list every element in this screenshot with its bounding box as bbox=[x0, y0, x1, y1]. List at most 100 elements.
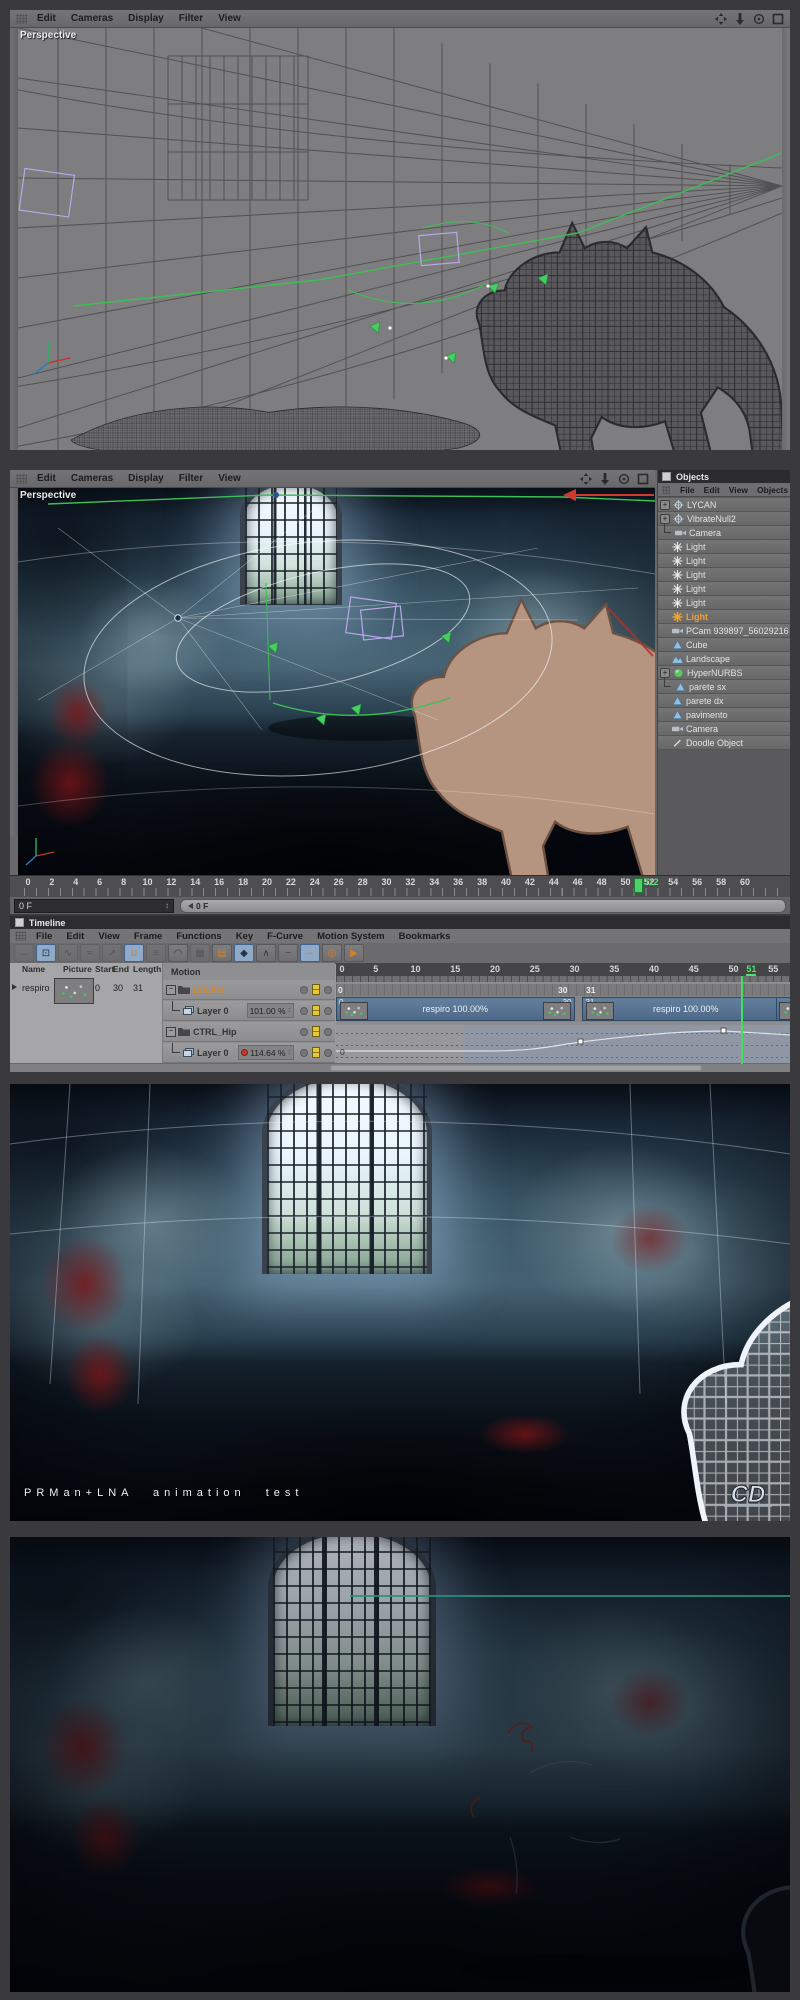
expand-toggle-icon[interactable]: + bbox=[660, 499, 670, 510]
playhead-line[interactable] bbox=[741, 976, 744, 1064]
menu-item-file[interactable]: File bbox=[36, 931, 52, 942]
menu-item-edit[interactable]: Edit bbox=[66, 931, 84, 942]
track-row-layer-0[interactable]: Layer 0 101.00 % ↕ bbox=[163, 1001, 335, 1021]
motion-clip-icon[interactable]: ▤ bbox=[212, 944, 232, 962]
menu-item-display[interactable]: Display bbox=[128, 13, 164, 24]
clip-list-row[interactable]: respiro 0 30 31 bbox=[10, 976, 162, 1006]
object-tree-item[interactable]: Light bbox=[658, 568, 790, 582]
solo-toggle-icon[interactable] bbox=[312, 1026, 320, 1037]
menu-item-file[interactable]: File bbox=[680, 485, 695, 495]
toggle-view-icon[interactable] bbox=[772, 13, 784, 25]
timeline-track-area[interactable]: 0 5 10 15 20 25 30 35 40 45 50 55 51 0 30 31 respiro 1… bbox=[336, 963, 790, 1064]
track-row-ctrl-hip[interactable]: − CTRL_Hip bbox=[163, 1022, 335, 1042]
motion-clip[interactable] bbox=[776, 997, 790, 1021]
menu-item-motion-system[interactable]: Motion System bbox=[317, 931, 385, 942]
dolly-view-icon[interactable] bbox=[599, 472, 611, 485]
motion-clip[interactable]: respiro 100.00%31 bbox=[582, 997, 790, 1021]
linear-keys-icon[interactable]: ∧ bbox=[256, 944, 276, 962]
spinner-icon[interactable]: ↕ bbox=[165, 901, 169, 910]
record-options-icon[interactable]: ◎ bbox=[322, 944, 342, 962]
fcurve-snap-icon[interactable]: ≈ bbox=[80, 944, 100, 962]
menu-item-edit[interactable]: Edit bbox=[37, 13, 56, 24]
toggle-view-icon[interactable] bbox=[637, 473, 649, 485]
object-tree-item[interactable]: + VibrateNull2 bbox=[658, 512, 790, 526]
lock-toggle-icon[interactable] bbox=[324, 1048, 332, 1057]
wireframe-viewport[interactable] bbox=[18, 28, 782, 450]
menu-item-filter[interactable]: Filter bbox=[179, 13, 203, 24]
rotate-view-icon[interactable] bbox=[753, 13, 765, 25]
menu-item-display[interactable]: Display bbox=[128, 473, 164, 484]
menu-grid-handle-icon[interactable] bbox=[662, 485, 670, 494]
menu-grid-handle-icon[interactable] bbox=[15, 931, 26, 941]
mute-toggle-icon[interactable] bbox=[300, 985, 308, 994]
mute-toggle-icon[interactable] bbox=[300, 1027, 308, 1036]
object-tree-item[interactable]: Cube bbox=[658, 638, 790, 652]
menu-item-frame[interactable]: Frame bbox=[134, 931, 163, 942]
menu-item-key[interactable]: Key bbox=[236, 931, 253, 942]
menu-item-edit[interactable]: Edit bbox=[37, 473, 56, 484]
frame-ruler[interactable]: 0 2 4 6 8 10 12 14 16 18 20 22 24 26 28 30 32 34 36 38 40 42 4… bbox=[10, 875, 790, 898]
menu-grid-handle-icon[interactable] bbox=[16, 13, 27, 24]
menu-item-functions[interactable]: Functions bbox=[176, 931, 221, 942]
collapse-toggle-icon[interactable]: − bbox=[166, 984, 176, 995]
track-strength-field[interactable]: 114.64 % ↕ bbox=[238, 1045, 294, 1060]
expand-toggle-icon[interactable]: + bbox=[660, 667, 670, 678]
rotate-view-icon[interactable] bbox=[618, 473, 630, 485]
timeline-hscrollbar[interactable] bbox=[10, 1063, 790, 1072]
expand-arrow-icon[interactable] bbox=[12, 984, 17, 990]
menu-item-filter[interactable]: Filter bbox=[179, 473, 203, 484]
timeline-titlebar[interactable]: Timeline bbox=[10, 916, 790, 929]
menu-item-view[interactable]: View bbox=[729, 485, 748, 495]
track-strength-field[interactable]: 101.00 % ↕ bbox=[246, 1003, 294, 1018]
object-tree-item[interactable]: Light bbox=[658, 582, 790, 596]
timeline-powerslider[interactable]: 0 F bbox=[180, 898, 786, 913]
snap-magnet-icon[interactable]: ∪ bbox=[124, 944, 144, 962]
menu-item-edit[interactable]: Edit bbox=[704, 485, 720, 495]
shaded-viewport[interactable] bbox=[18, 488, 655, 875]
playhead-handle[interactable] bbox=[634, 878, 644, 893]
object-tree-item[interactable]: PCam 939897_56029216 bbox=[658, 624, 790, 638]
lock-toggle-icon[interactable] bbox=[324, 985, 332, 994]
object-tree-item[interactable]: Doodle Object bbox=[658, 736, 790, 750]
solo-toggle-icon[interactable] bbox=[312, 1047, 320, 1058]
lock-toggle-icon[interactable] bbox=[324, 1027, 332, 1036]
dope-sheet-icon[interactable]: ▦ bbox=[190, 944, 210, 962]
menu-item-bookmarks[interactable]: Bookmarks bbox=[399, 931, 451, 942]
object-tree-item[interactable]: Light bbox=[658, 540, 790, 554]
menu-item-objects[interactable]: Objects bbox=[757, 485, 788, 495]
object-tree-item[interactable]: pavimento bbox=[658, 708, 790, 722]
object-tree-item[interactable]: Landscape bbox=[658, 652, 790, 666]
menu-item-f-curve[interactable]: F-Curve bbox=[267, 931, 303, 942]
spinner-icon[interactable]: ↕ bbox=[288, 1007, 292, 1014]
region-select-icon[interactable]: ⊡ bbox=[36, 944, 56, 962]
powerslider-handle[interactable]: 0 F bbox=[182, 901, 214, 911]
expand-toggle-icon[interactable]: + bbox=[660, 513, 670, 524]
menu-item-view[interactable]: View bbox=[218, 13, 241, 24]
soft-interpolation-icon[interactable]: ◠ bbox=[168, 944, 188, 962]
object-tree-item[interactable]: Light bbox=[658, 554, 790, 568]
motion-clip[interactable]: respiro 100.00%030 bbox=[336, 997, 575, 1021]
objects-titlebar[interactable]: Objects bbox=[658, 470, 790, 483]
key-select-icon[interactable]: ◆ bbox=[234, 944, 254, 962]
object-tree-item[interactable]: parete dx bbox=[658, 694, 790, 708]
pan-view-icon[interactable] bbox=[715, 12, 727, 25]
spinner-icon[interactable]: ↕ bbox=[288, 1049, 292, 1056]
play-forward-icon[interactable]: ▶ bbox=[344, 944, 364, 962]
menu-item-cameras[interactable]: Cameras bbox=[71, 13, 113, 24]
mute-toggle-icon[interactable] bbox=[300, 1006, 308, 1015]
object-tree-item[interactable]: Light bbox=[658, 596, 790, 610]
collapse-toggle-icon[interactable]: − bbox=[166, 1026, 176, 1037]
object-tree-item[interactable]: Light bbox=[658, 610, 790, 624]
mute-toggle-icon[interactable] bbox=[300, 1048, 308, 1057]
fcurve-zone[interactable]: 0 bbox=[336, 1025, 790, 1064]
track-row-layer-0[interactable]: Layer 0 114.64 % ↕ bbox=[163, 1043, 335, 1063]
object-tree-item[interactable]: parete sx bbox=[658, 678, 790, 694]
solo-toggle-icon[interactable] bbox=[312, 984, 320, 995]
curve-keys-icon[interactable]: ⌢ bbox=[300, 944, 320, 962]
lock-toggle-icon[interactable] bbox=[324, 1006, 332, 1015]
pan-view-icon[interactable] bbox=[580, 472, 592, 485]
current-frame-input[interactable]: 0 F ↕ bbox=[14, 898, 174, 913]
dolly-view-icon[interactable] bbox=[734, 12, 746, 25]
fcurve-mode-icon[interactable]: ∿ bbox=[58, 944, 78, 962]
timeline-ruler[interactable]: 0 5 10 15 20 25 30 35 40 45 50 55 51 bbox=[336, 963, 790, 976]
